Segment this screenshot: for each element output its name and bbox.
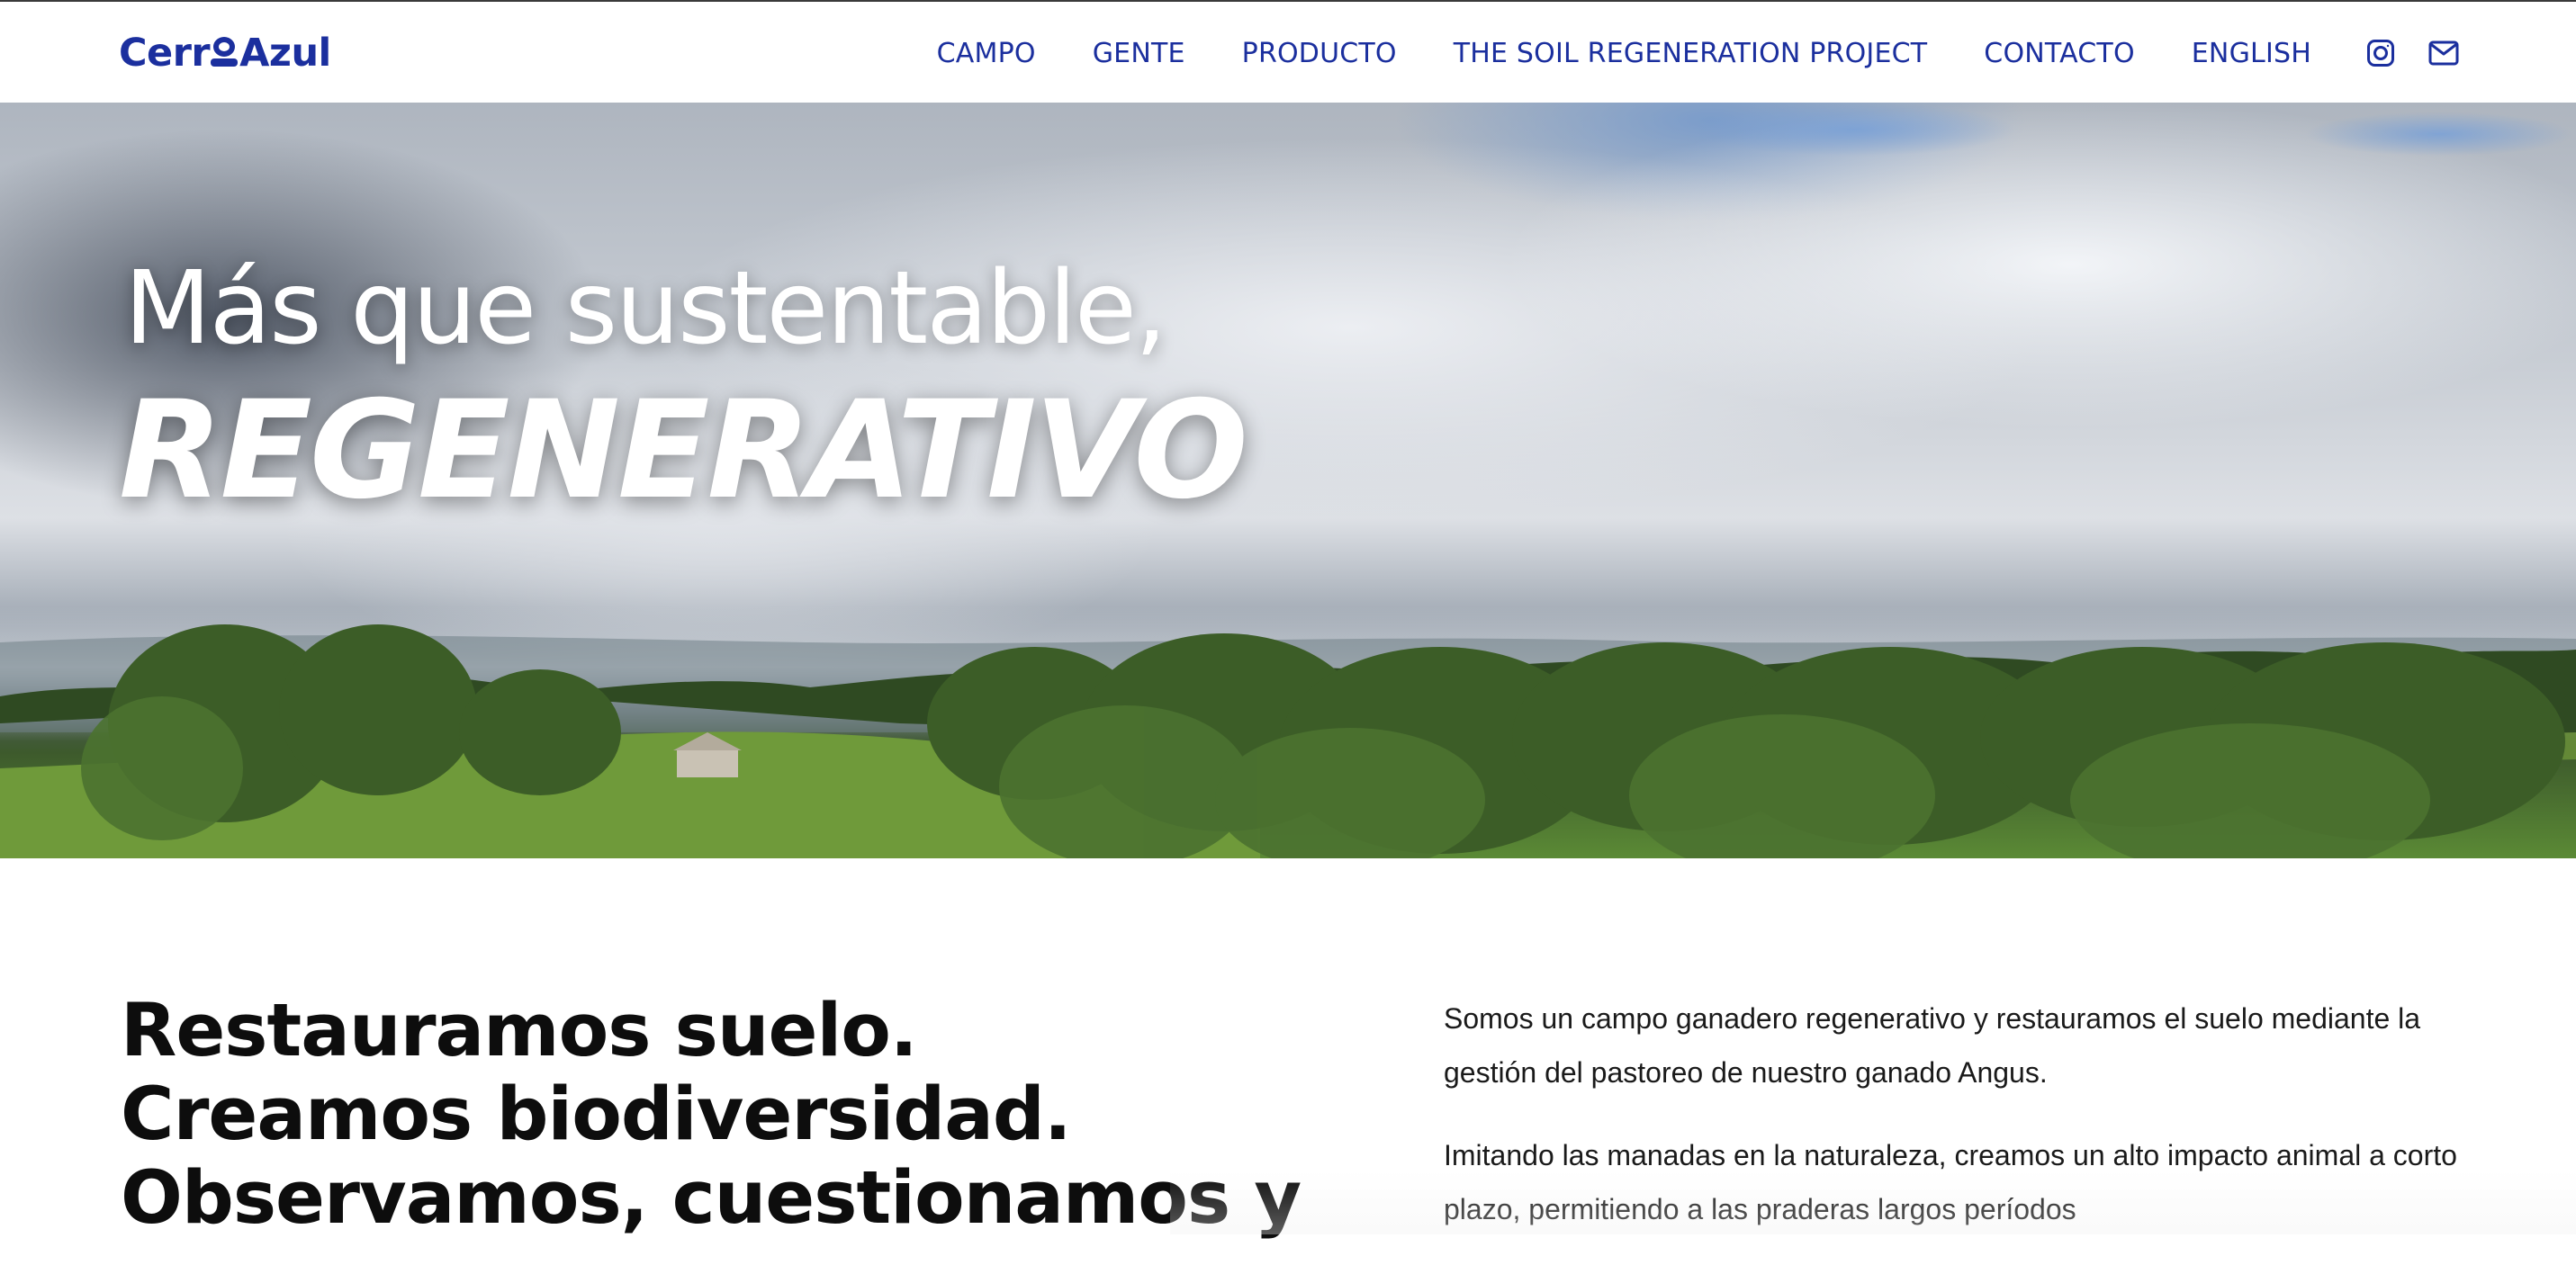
intro-paragraph: Somos un campo ganadero regenerativo y r… <box>1444 1002 2421 1089</box>
intro-body: Somos un campo ganadero regenerativo y r… <box>1444 991 2470 1265</box>
cerro-azul-logo[interactable]: Cerr Azul <box>119 29 331 77</box>
main-nav: CAMPO GENTE PRODUCTO THE SOIL REGENERATI… <box>880 2 2461 104</box>
logo-text-right: Azul <box>239 31 331 76</box>
hero-title: Más que sustentable, <box>124 250 1167 367</box>
hero-banner: Más que sustentable, REGENERATIVO <box>0 103 2576 858</box>
headline-line: Creamos biodiversidad. <box>121 1072 1072 1157</box>
headline-line: Observamos, cuestionamos y <box>121 1156 1302 1241</box>
site-header: Cerr Azul CAMPO GENTE PRODUCTO THE SOIL … <box>0 0 2576 103</box>
nav-item-english[interactable]: ENGLISH <box>2192 38 2311 69</box>
nav-item-soil-regeneration-project[interactable]: THE SOIL REGENERATION PROJECT <box>1454 38 1928 69</box>
nav-item-contacto[interactable]: CONTACTO <box>1984 38 2134 69</box>
instagram-icon[interactable] <box>2364 36 2398 70</box>
nav-item-gente[interactable]: GENTE <box>1093 38 1185 69</box>
logo-pin-icon <box>211 35 239 71</box>
nav-item-campo[interactable]: CAMPO <box>937 38 1036 69</box>
headline-line: Restauramos suelo. <box>121 989 918 1073</box>
intro-paragraph: Imitando las manadas en la naturaleza, c… <box>1444 1139 2457 1225</box>
nav-item-producto[interactable]: PRODUCTO <box>1242 38 1397 69</box>
intro-headline: Restauramos suelo. Creamos biodiversidad… <box>121 990 1336 1241</box>
hero-title-strong: REGENERATIVO <box>119 372 1248 529</box>
mail-icon[interactable] <box>2427 36 2461 70</box>
logo-text-left: Cerr <box>119 31 211 76</box>
